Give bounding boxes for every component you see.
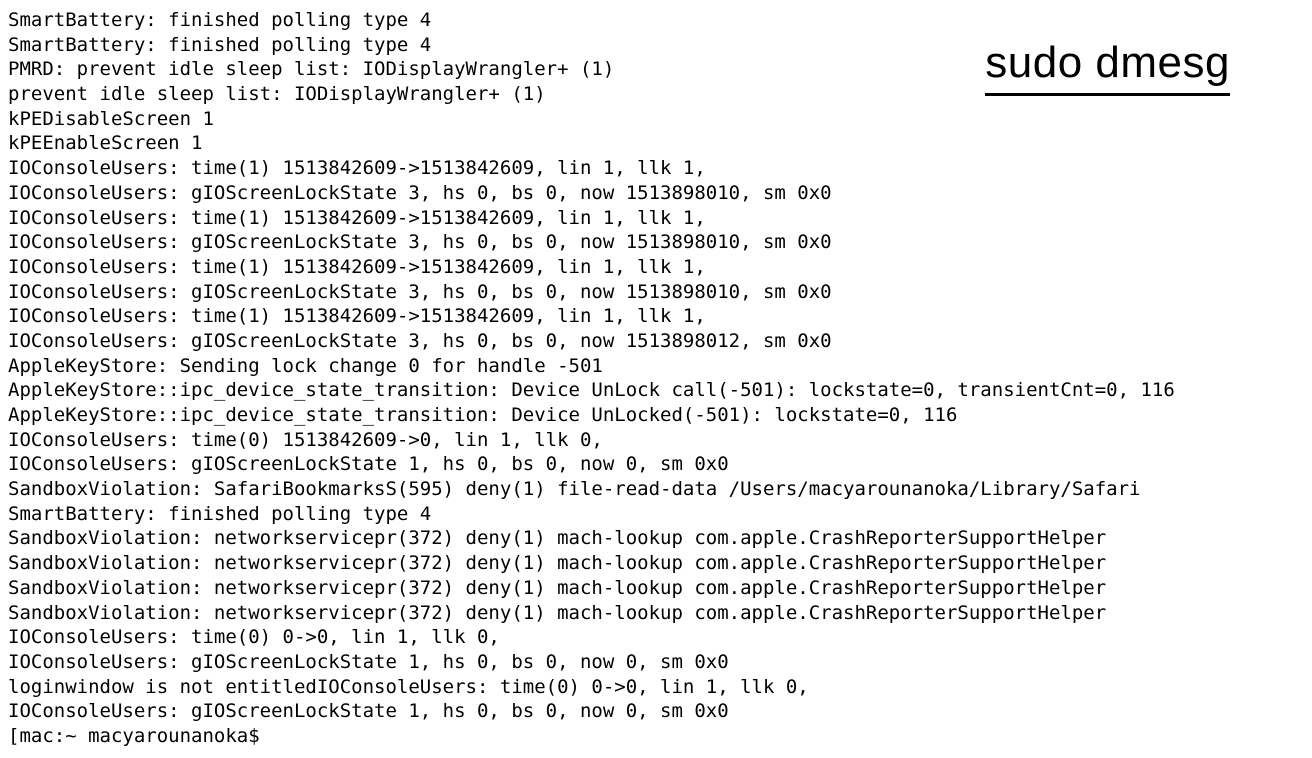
- log-line: IOConsoleUsers: gIOScreenLockState 1, hs…: [8, 650, 1304, 675]
- log-line: SmartBattery: finished polling type 4: [8, 502, 1304, 527]
- log-line: SandboxViolation: networkservicepr(372) …: [8, 601, 1304, 626]
- log-line: IOConsoleUsers: time(1) 1513842609->1513…: [8, 255, 1304, 280]
- log-line: AppleKeyStore::ipc_device_state_transiti…: [8, 378, 1304, 403]
- log-line: IOConsoleUsers: gIOScreenLockState 1, hs…: [8, 699, 1304, 724]
- log-line: IOConsoleUsers: gIOScreenLockState 3, hs…: [8, 329, 1304, 354]
- log-line: loginwindow is not entitledIOConsoleUser…: [8, 675, 1304, 700]
- shell-prompt[interactable]: [mac:~ macyarounanoka$: [8, 724, 1304, 749]
- log-line: AppleKeyStore: Sending lock change 0 for…: [8, 354, 1304, 379]
- log-line: SandboxViolation: networkservicepr(372) …: [8, 526, 1304, 551]
- log-line: IOConsoleUsers: time(0) 0->0, lin 1, llk…: [8, 625, 1304, 650]
- log-line: IOConsoleUsers: gIOScreenLockState 3, hs…: [8, 181, 1304, 206]
- log-line: IOConsoleUsers: time(1) 1513842609->1513…: [8, 304, 1304, 329]
- log-line: SmartBattery: finished polling type 4: [8, 8, 1304, 33]
- log-line: IOConsoleUsers: gIOScreenLockState 1, hs…: [8, 452, 1304, 477]
- log-line: IOConsoleUsers: time(0) 1513842609->0, l…: [8, 428, 1304, 453]
- log-line: SandboxViolation: SafariBookmarksS(595) …: [8, 477, 1304, 502]
- log-line: IOConsoleUsers: gIOScreenLockState 3, hs…: [8, 230, 1304, 255]
- log-line: SandboxViolation: networkservicepr(372) …: [8, 551, 1304, 576]
- log-line: IOConsoleUsers: time(1) 1513842609->1513…: [8, 206, 1304, 231]
- terminal-output: SmartBattery: finished polling type 4 Sma…: [8, 8, 1304, 724]
- log-line: SandboxViolation: networkservicepr(372) …: [8, 576, 1304, 601]
- log-line: IOConsoleUsers: time(1) 1513842609->1513…: [8, 156, 1304, 181]
- log-line: kPEDisableScreen 1: [8, 107, 1304, 132]
- annotation-label: sudo dmesg: [985, 34, 1230, 96]
- log-line: AppleKeyStore::ipc_device_state_transiti…: [8, 403, 1304, 428]
- log-line: IOConsoleUsers: gIOScreenLockState 3, hs…: [8, 280, 1304, 305]
- log-line: kPEEnableScreen 1: [8, 131, 1304, 156]
